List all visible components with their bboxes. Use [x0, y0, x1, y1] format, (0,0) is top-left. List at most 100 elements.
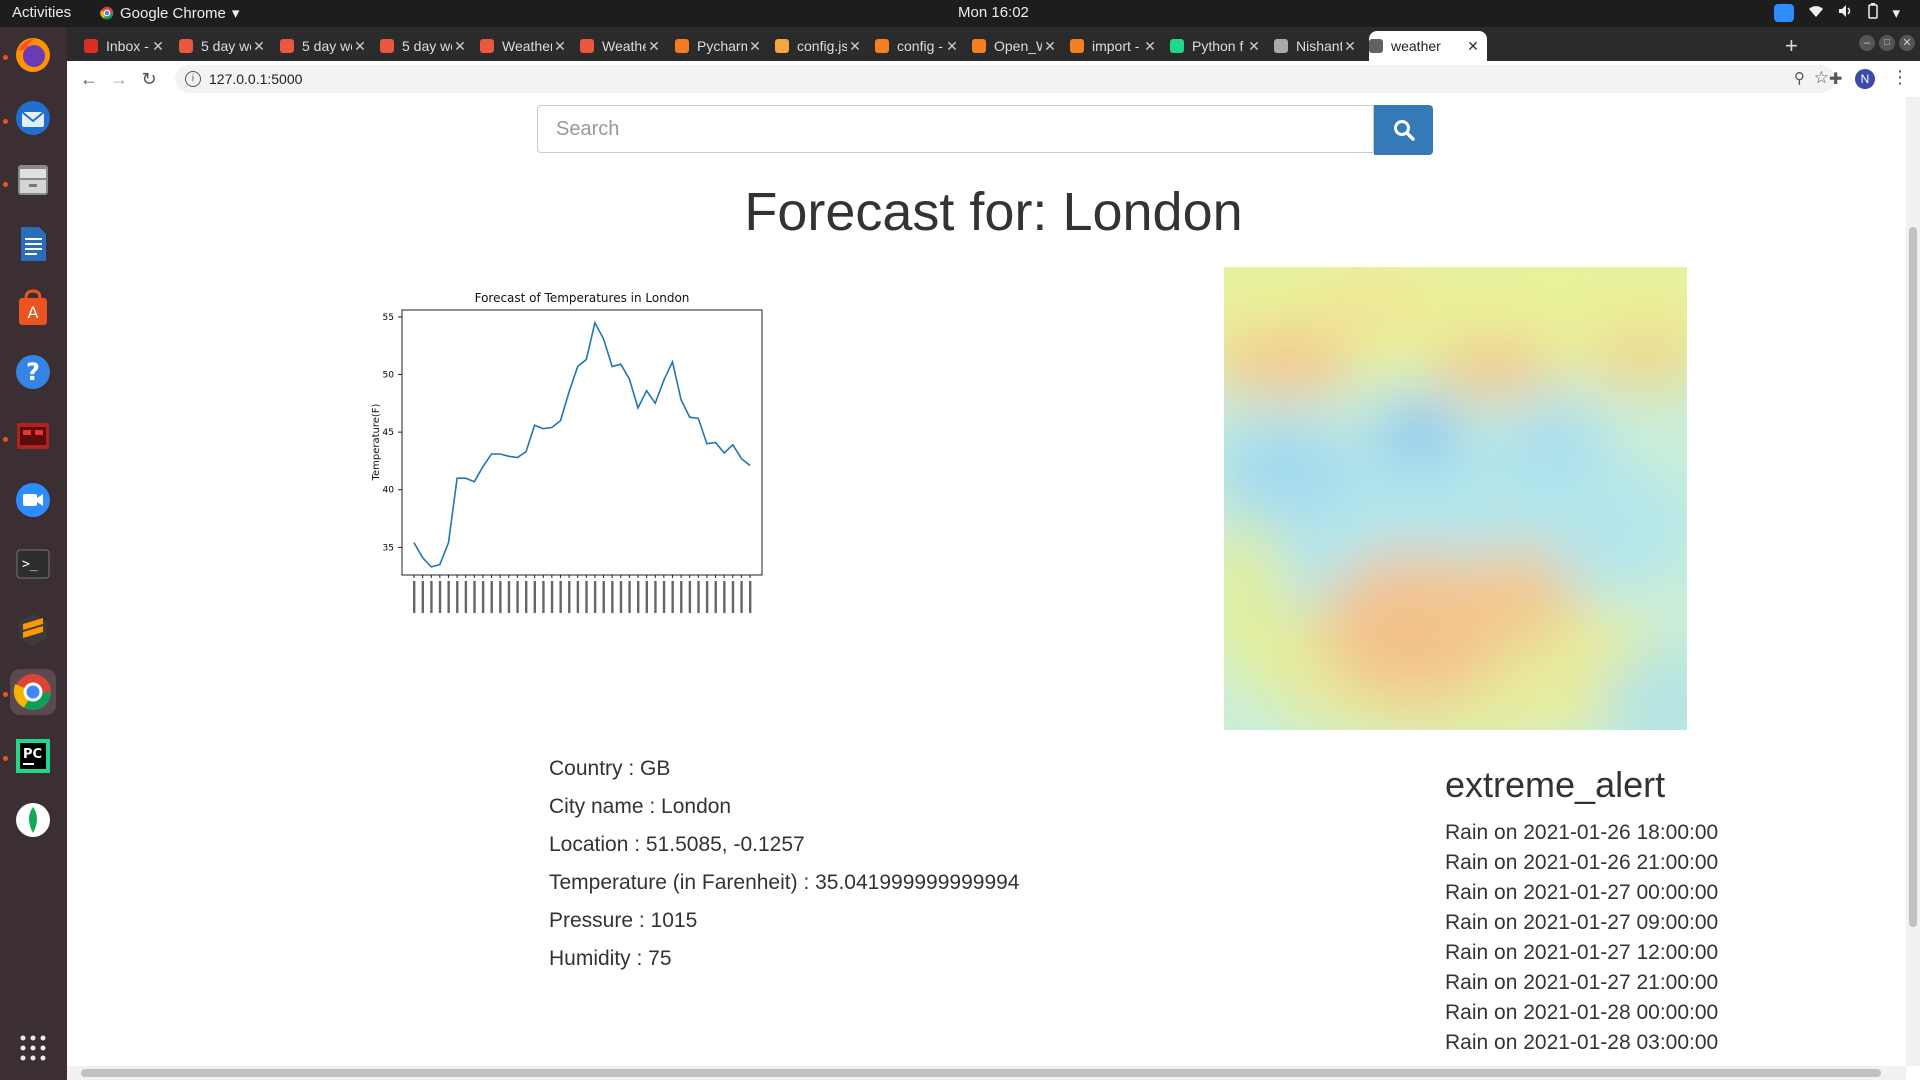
tab-5[interactable]: Weather✕: [580, 31, 668, 61]
vertical-scrollbar[interactable]: [1906, 97, 1920, 1066]
tab-close-icon[interactable]: ✕: [552, 38, 568, 55]
address-bar[interactable]: i 127.0.0.1:5000 ⚲ ☆: [175, 65, 1835, 93]
tab-1[interactable]: 5 day we✕: [179, 31, 273, 61]
app-menu-label: Google Chrome: [120, 4, 226, 22]
search-input[interactable]: [537, 105, 1374, 153]
tab-close-icon[interactable]: ✕: [646, 38, 662, 55]
tab-4[interactable]: Weather ✕: [480, 31, 574, 61]
zoom-icon-omnibox[interactable]: ⚲: [1794, 69, 1805, 87]
menu-kebab-icon[interactable]: ⋮: [1891, 67, 1909, 88]
bookmark-star-icon[interactable]: ☆: [1814, 68, 1829, 88]
tab-close-icon[interactable]: ✕: [1246, 38, 1262, 55]
tab-0[interactable]: Inbox - n✕: [84, 31, 172, 61]
tab-close-icon[interactable]: ✕: [747, 38, 763, 55]
extensions-icon[interactable]: ✚: [1829, 69, 1842, 89]
temperature-text: Temperature (in Farenheit) : 35.04199999…: [549, 871, 1020, 894]
tab-close-icon[interactable]: ✕: [944, 38, 960, 55]
x-tick-label: [542, 581, 545, 613]
tab-close-icon[interactable]: ✕: [847, 38, 863, 55]
pycharm-icon[interactable]: PC: [10, 733, 56, 779]
minimize-button[interactable]: –: [1859, 35, 1875, 51]
horizontal-scrollbar-thumb[interactable]: [81, 1069, 1881, 1077]
tab-label: 5 day we: [201, 38, 251, 54]
back-button[interactable]: ←: [77, 67, 101, 91]
tab-close-icon[interactable]: ✕: [452, 38, 468, 55]
horizontal-scrollbar[interactable]: [67, 1066, 1906, 1080]
x-tick-label: [637, 581, 640, 613]
browser-toolbar: ← → ↻ i 127.0.0.1:5000 ⚲ ☆ ✚ N ⋮: [67, 61, 1920, 98]
alert-item: Rain on 2021-01-28 03:00:00: [1445, 1031, 1719, 1054]
x-tick-label: [585, 581, 588, 613]
thunderbird-icon[interactable]: [10, 95, 56, 141]
close-window-button[interactable]: ✕: [1899, 35, 1915, 51]
new-tab-button[interactable]: +: [1785, 33, 1798, 59]
tab-close-icon[interactable]: ✕: [150, 38, 166, 55]
tab-13[interactable]: weather ✕: [1369, 31, 1487, 61]
tab-close-icon[interactable]: ✕: [1342, 38, 1358, 55]
zoom-tray-icon[interactable]: [1774, 4, 1795, 22]
chrome-icon: [100, 6, 114, 20]
x-tick-label: [714, 581, 717, 613]
tab-favicon-icon: [280, 39, 294, 53]
tab-favicon-icon: [84, 39, 98, 53]
tab-11[interactable]: Python f ✕: [1170, 31, 1268, 61]
x-tick-label: [438, 581, 442, 613]
tab-close-icon[interactable]: ✕: [1465, 38, 1481, 55]
url-text: 127.0.0.1:5000: [209, 71, 303, 87]
forward-button[interactable]: →: [107, 67, 131, 91]
show-applications-icon[interactable]: [10, 1025, 56, 1071]
x-tick-label: [619, 581, 623, 613]
help-icon[interactable]: ?: [10, 349, 56, 395]
profile-avatar[interactable]: N: [1855, 69, 1875, 89]
sublime-icon[interactable]: [10, 605, 56, 651]
tab-close-icon[interactable]: ✕: [1142, 38, 1158, 55]
maximize-button[interactable]: □: [1879, 35, 1895, 51]
app-menu[interactable]: Google Chrome ▾: [100, 4, 239, 22]
writer-icon[interactable]: [10, 221, 56, 267]
vertical-scrollbar-thumb[interactable]: [1909, 227, 1917, 927]
tab-close-icon[interactable]: ✕: [352, 38, 368, 55]
wifi-icon: [1808, 4, 1824, 22]
tab-label: 5 day we: [302, 38, 352, 54]
tab-3[interactable]: 5 day we✕: [380, 31, 474, 61]
software-center-icon[interactable]: A: [10, 285, 56, 331]
y-tick-label: 35: [383, 543, 394, 553]
alert-item: Rain on 2021-01-26 18:00:00: [1445, 821, 1719, 844]
tab-12[interactable]: Nishant ✕: [1274, 31, 1364, 61]
city-text: City name : London: [549, 795, 732, 818]
search-button[interactable]: [1374, 105, 1433, 155]
tab-9[interactable]: Open_W✕: [972, 31, 1064, 61]
tab-close-icon[interactable]: ✕: [251, 38, 267, 55]
activities-button[interactable]: Activities: [12, 4, 71, 21]
page-title: Forecast for: London: [744, 182, 1243, 242]
x-tick-label: [654, 581, 657, 613]
terminal-icon[interactable]: >_: [10, 541, 56, 587]
info-icon[interactable]: i: [185, 71, 201, 87]
tab-label: Weather: [602, 38, 646, 54]
reload-button[interactable]: ↻: [137, 67, 161, 91]
screen-recorder-icon[interactable]: [10, 413, 56, 459]
chart-plot-area: [401, 309, 763, 576]
tab-favicon-icon: [1170, 39, 1184, 53]
zoom-icon[interactable]: [10, 477, 56, 523]
files-icon[interactable]: [10, 157, 56, 203]
firefox-icon[interactable]: [10, 32, 56, 78]
x-tick-label: [740, 581, 743, 613]
tab-label: 5 day we: [402, 38, 452, 54]
chart-ylabel: Temperature(F): [371, 403, 382, 481]
system-top-bar: Activities Google Chrome ▾ Mon 16:02 ▾: [0, 0, 1920, 27]
clock[interactable]: Mon 16:02: [958, 4, 1029, 21]
tab-7[interactable]: config.js ✕: [775, 31, 869, 61]
x-tick-label: [568, 581, 571, 613]
tab-close-icon[interactable]: ✕: [1042, 38, 1058, 55]
system-tray[interactable]: ▾: [1774, 3, 1900, 23]
chrome-dock-icon[interactable]: [10, 669, 56, 715]
alert-item: Rain on 2021-01-26 21:00:00: [1445, 851, 1719, 874]
tab-favicon-icon: [580, 39, 594, 53]
tab-6[interactable]: Pycharm ✕: [675, 31, 769, 61]
tab-8[interactable]: config - ✕: [875, 31, 966, 61]
svg-text:PC: PC: [23, 747, 42, 762]
tab-2[interactable]: 5 day we✕: [280, 31, 374, 61]
mongodb-compass-icon[interactable]: [10, 797, 56, 843]
tab-10[interactable]: import - ✕: [1070, 31, 1164, 61]
